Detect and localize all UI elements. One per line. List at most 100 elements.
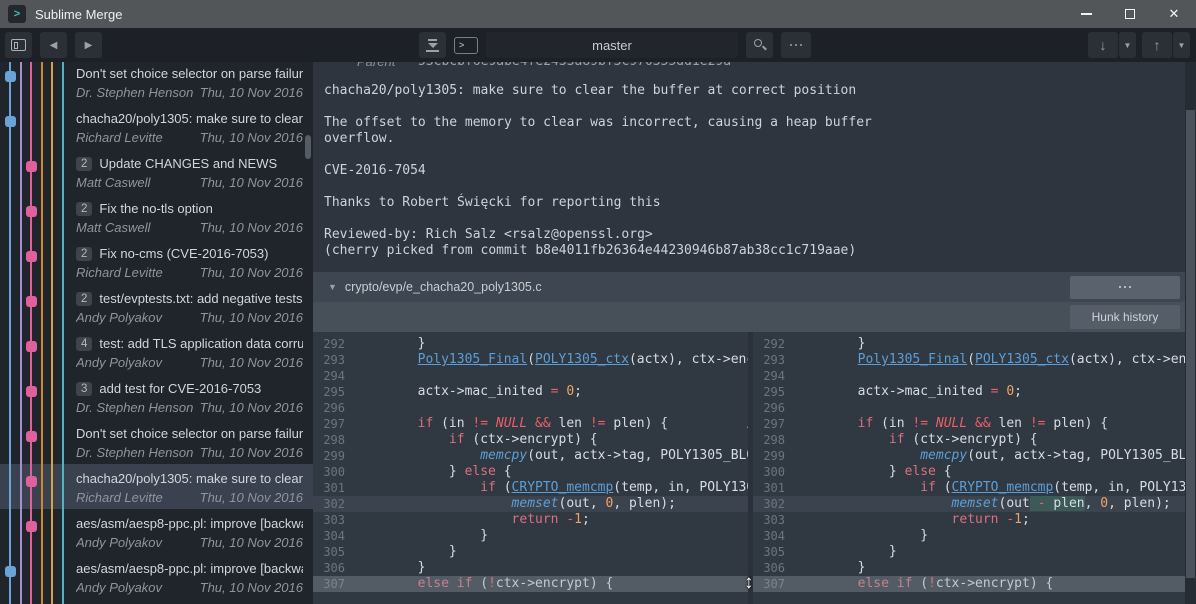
commit-dot-icon [26, 206, 37, 217]
parent-hash[interactable]: 53cbcbf6e9abe4fe2433a89bf3c970355dd1e29a [418, 62, 731, 69]
commit-row[interactable]: chacha20/poly1305: make sure to clear th… [0, 464, 313, 509]
forward-button[interactable]: ▶ [75, 32, 102, 58]
terminal-icon[interactable]: > [454, 37, 478, 54]
hunk-history-button[interactable]: Hunk history [1070, 305, 1180, 329]
commit-title: add test for CVE-2016-7053 [99, 381, 261, 396]
commit-author: Dr. Stephen Henson [76, 400, 193, 415]
code-text: } else { [355, 464, 512, 480]
push-options-button[interactable]: ▼ [1173, 32, 1190, 58]
commit-row[interactable]: 4test: add TLS application data corrupti… [0, 329, 313, 374]
close-button[interactable]: ✕ [1152, 0, 1196, 28]
commit-dot-icon [26, 521, 37, 532]
commit-dot-icon [5, 116, 16, 127]
commit-row[interactable]: aes/asm/aesp8-ppc.pl: improve [backward]… [0, 554, 313, 599]
commit-author: Matt Caswell [76, 175, 150, 190]
branch-selector[interactable]: master [486, 32, 738, 58]
pull-options-button[interactable]: ▼ [1119, 32, 1136, 58]
file-more-button[interactable] [1070, 276, 1180, 299]
commit-date: Thu, 10 Nov 2016 [200, 400, 303, 415]
side-by-side-diff: 292 }293 Poly1305_Final(POLY1305_ctx(act… [313, 332, 1196, 604]
toolbar: ◀ ▶ > master ↓ ▼ ↑ ▼ [0, 28, 1196, 62]
code-text: } [355, 544, 457, 560]
commit-author: Dr. Stephen Henson [76, 85, 193, 100]
code-text: } [795, 336, 865, 352]
commit-row[interactable]: 2Fix the no-tls optionMatt CaswellThu, 1… [0, 194, 313, 239]
pull-button[interactable]: ↓ [1088, 32, 1118, 58]
code-text: } [795, 544, 897, 560]
line-number: 303 [753, 512, 795, 528]
commit-date: Thu, 10 Nov 2016 [200, 130, 303, 145]
diff-line: 305 } [753, 544, 1196, 560]
commit-title: aes/asm/aesp8-ppc.pl: improve [backward] [76, 516, 303, 531]
code-text: } [795, 528, 928, 544]
code-text: Poly1305_Final(POLY1305_ctx(actx), ctx->… [795, 352, 1196, 368]
commit-row[interactable]: 3add test for CVE-2016-7053Dr. Stephen H… [0, 374, 313, 419]
commit-author: Richard Levitte [76, 265, 163, 280]
collapse-triangle-icon[interactable]: ▼ [328, 282, 337, 292]
toolbar-more-button[interactable] [781, 32, 811, 58]
graph-branch-line [9, 62, 11, 604]
commit-message: chacha20/poly1305: make sure to clear th… [324, 83, 1176, 259]
push-button-group: ↑ ▼ [1142, 32, 1190, 58]
minimize-button[interactable] [1064, 0, 1108, 28]
commit-date: Thu, 10 Nov 2016 [200, 310, 303, 325]
commit-message-line: (cherry picked from commit b8e4011fb2636… [324, 243, 1176, 259]
commit-row[interactable]: 2test/evptests.txt: add negative tests f… [0, 284, 313, 329]
main-scrollbar[interactable] [1185, 62, 1196, 604]
diff-line: 297 if (in != NULL && len != plen) { /* … [313, 416, 748, 432]
toggle-sidebar-button[interactable] [5, 32, 32, 58]
commit-dot-icon [26, 386, 37, 397]
line-number: 295 [753, 384, 795, 400]
maximize-button[interactable] [1108, 0, 1152, 28]
diff-line: 305 } [313, 544, 748, 560]
sidebar-scrollbar-thumb[interactable] [305, 135, 311, 159]
commit-row[interactable]: chacha20/poly1305: make sure to clear th… [0, 104, 313, 149]
commit-author: Dr. Stephen Henson [76, 445, 193, 460]
app-title: Sublime Merge [35, 7, 122, 22]
commit-row[interactable]: 2Update CHANGES and NEWSMatt CaswellThu,… [0, 149, 313, 194]
commit-author: Andy Polyakov [76, 310, 162, 325]
line-number: 299 [313, 448, 355, 464]
commit-title: Don't set choice selector on parse failu… [76, 426, 303, 441]
commit-row[interactable]: aes/asm/aesp8-ppc.pl: improve [backward]… [0, 509, 313, 554]
code-text: } [355, 336, 425, 352]
commit-row[interactable]: Don't set choice selector on parse failu… [0, 62, 313, 104]
pull-button-group: ↓ ▼ [1088, 32, 1136, 58]
line-number: 297 [753, 416, 795, 432]
commit-author: Andy Polyakov [76, 580, 162, 595]
commit-title: Fix no-cms (CVE-2016-7053) [99, 246, 268, 261]
diff-line: 293 Poly1305_Final(POLY1305_ctx(actx), c… [313, 352, 748, 368]
commit-author: Andy Polyakov [76, 355, 162, 370]
commit-date: Thu, 10 Nov 2016 [200, 85, 303, 100]
commit-list: Don't set choice selector on parse failu… [0, 62, 313, 599]
commit-date: Thu, 10 Nov 2016 [200, 535, 303, 550]
code-text: } [795, 560, 865, 576]
diff-line: 299 memcpy(out, actx->tag, POLY1305_BLOC… [753, 448, 1196, 464]
toolbar-left-group: ◀ ▶ [5, 32, 102, 58]
chevron-down-icon: ▼ [1178, 41, 1186, 50]
commit-row[interactable]: Don't set choice selector on parse failu… [0, 419, 313, 464]
commit-date: Thu, 10 Nov 2016 [200, 220, 303, 235]
commit-message-line: Thanks to Robert Święcki for reporting t… [324, 195, 1176, 211]
diff-line: 296 [753, 400, 1196, 416]
search-icon [753, 38, 767, 52]
fetch-button[interactable] [419, 32, 446, 58]
diff-file-header[interactable]: ▼ crypto/evp/e_chacha20_poly1305.c [313, 272, 1196, 302]
main-scrollbar-thumb[interactable] [1186, 110, 1195, 578]
code-text: if (in != NULL && len != plen) { /* tls [795, 416, 1196, 432]
diff-line: 296 [313, 400, 748, 416]
search-button[interactable] [746, 32, 773, 58]
file-path: crypto/evp/e_chacha20_poly1305.c [345, 280, 542, 294]
commit-count-badge: 2 [76, 202, 92, 216]
titlebar: > Sublime Merge ✕ [0, 0, 1196, 28]
back-button[interactable]: ◀ [40, 32, 67, 58]
commit-date: Thu, 10 Nov 2016 [200, 265, 303, 280]
push-button[interactable]: ↑ [1142, 32, 1172, 58]
sidebar-toggle-icon [11, 39, 26, 51]
line-number: 299 [753, 448, 795, 464]
commit-message-line [324, 211, 1176, 227]
line-number: 305 [313, 544, 355, 560]
line-number: 302 [313, 496, 355, 512]
commit-row[interactable]: 2Fix no-cms (CVE-2016-7053)Richard Levit… [0, 239, 313, 284]
commit-author: Richard Levitte [76, 130, 163, 145]
